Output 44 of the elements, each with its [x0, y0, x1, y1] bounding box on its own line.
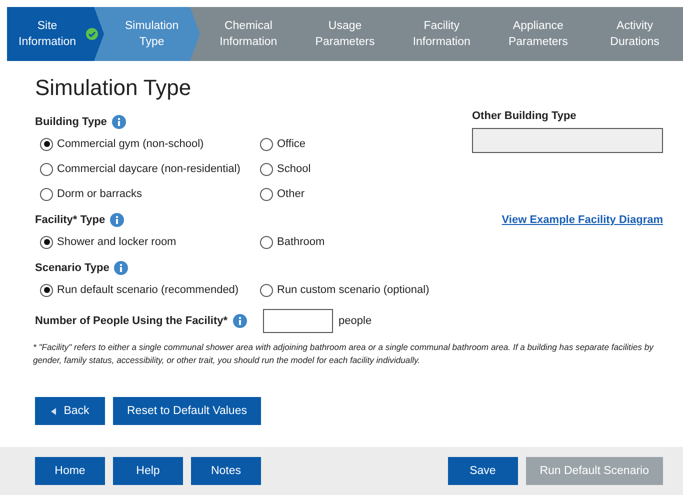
radio-button[interactable]	[260, 138, 273, 150]
action-button[interactable]: Notes	[191, 457, 261, 485]
action-button[interactable]: Save	[448, 457, 518, 485]
radio-option[interactable]: Shower and locker room	[40, 233, 260, 251]
action-button[interactable]: Home	[35, 457, 105, 485]
info-icon[interactable]	[232, 314, 247, 328]
radio-button[interactable]	[40, 284, 53, 296]
field-label: Number of People Using the Facility*	[35, 315, 228, 327]
radio-button[interactable]	[260, 162, 273, 176]
radio-button[interactable]	[40, 162, 53, 176]
radio-option[interactable]: School	[260, 160, 311, 178]
radio-option[interactable]: Bathroom	[260, 233, 663, 251]
unit-label: people	[338, 315, 372, 327]
action-button[interactable]: Reset to Default Values	[113, 397, 261, 425]
section-label: Building Type	[35, 116, 107, 128]
radio-option[interactable]: Commercial daycare (non-residential)	[40, 160, 260, 178]
action-button[interactable]: Help	[113, 457, 183, 485]
radio-option[interactable]: Dorm or barracks	[40, 185, 260, 203]
diagram-link[interactable]: View Example Facility Diagram	[502, 214, 663, 226]
section-label: Scenario Type	[35, 262, 110, 274]
step-tab[interactable]: Site Information	[7, 7, 104, 61]
info-icon[interactable]	[110, 213, 124, 227]
radio-button[interactable]	[260, 284, 273, 296]
radio-option[interactable]: Run custom scenario (optional)	[260, 281, 663, 299]
back-button[interactable]: Back	[35, 397, 105, 425]
check-icon	[86, 28, 98, 40]
radio-button[interactable]	[260, 236, 273, 248]
section-label: Facility* Type	[35, 214, 106, 226]
input-field[interactable]	[262, 309, 333, 333]
footnote: * "Facility" refers to either a single communal shower area with adjoining bathroom area or a single communal bathroom area. If a building has separate facilities by gender, family status, accessibility, or other trait, you should run the model for each facility individually.	[33, 341, 655, 367]
radio-option[interactable]: Commercial gym (non-school)	[40, 135, 260, 153]
field-label: Other Building Type	[472, 110, 576, 122]
caret-icon	[50, 408, 56, 414]
radio-option[interactable]: Office	[260, 135, 311, 153]
page-title: Simulation Type	[35, 75, 192, 101]
radio-button[interactable]	[260, 188, 273, 200]
info-icon[interactable]	[114, 261, 128, 275]
radio-option[interactable]: Run default scenario (recommended)	[40, 281, 260, 299]
radio-button[interactable]	[40, 236, 53, 248]
radio-button[interactable]	[40, 138, 53, 150]
radio-option[interactable]: Other	[260, 185, 311, 203]
step-tab[interactable]: Simulation Type	[104, 7, 200, 61]
radio-button[interactable]	[40, 188, 53, 200]
info-icon[interactable]	[112, 115, 126, 129]
